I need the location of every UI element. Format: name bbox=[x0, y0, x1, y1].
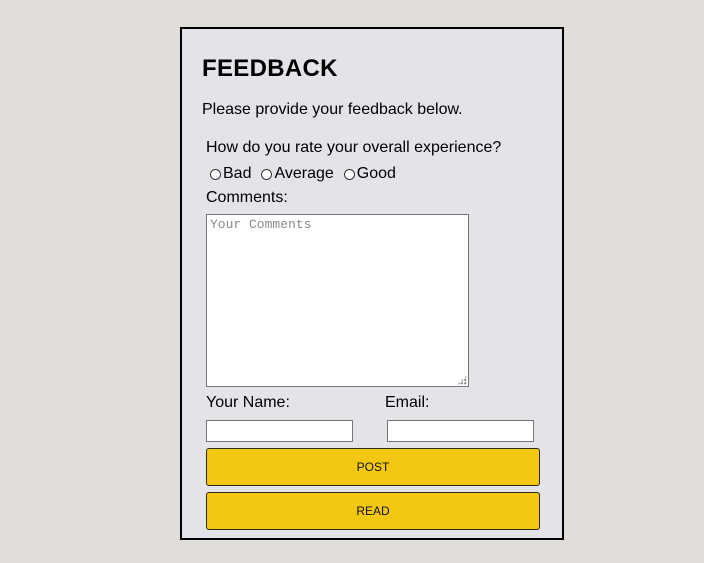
email-label: Email: bbox=[385, 394, 430, 411]
radio-bad[interactable] bbox=[210, 168, 221, 180]
radio-good[interactable] bbox=[343, 168, 355, 180]
email-input[interactable] bbox=[387, 420, 534, 442]
rating-option-average[interactable]: Average bbox=[261, 165, 334, 183]
post-button[interactable]: POST bbox=[206, 448, 540, 486]
rating-option-good[interactable]: Good bbox=[343, 165, 396, 183]
page-title: FEEDBACK bbox=[202, 55, 338, 82]
intro-text: Please provide your feedback below. bbox=[202, 101, 463, 118]
rating-option-bad[interactable]: Bad bbox=[210, 165, 251, 183]
radio-average[interactable] bbox=[261, 168, 273, 180]
rating-question: How do you rate your overall experience? bbox=[206, 139, 502, 156]
rating-label-bad: Bad bbox=[223, 165, 252, 182]
rating-options: Bad Average Good bbox=[210, 165, 406, 183]
name-label: Your Name: bbox=[206, 394, 290, 411]
feedback-card: FEEDBACK Please provide your feedback be… bbox=[180, 27, 564, 540]
name-input[interactable] bbox=[206, 420, 353, 442]
rating-label-good: Good bbox=[356, 165, 396, 182]
rating-label-average: Average bbox=[274, 165, 334, 182]
read-button[interactable]: READ bbox=[206, 492, 540, 530]
comments-label: Comments: bbox=[206, 189, 288, 206]
comments-textarea[interactable] bbox=[206, 214, 469, 387]
